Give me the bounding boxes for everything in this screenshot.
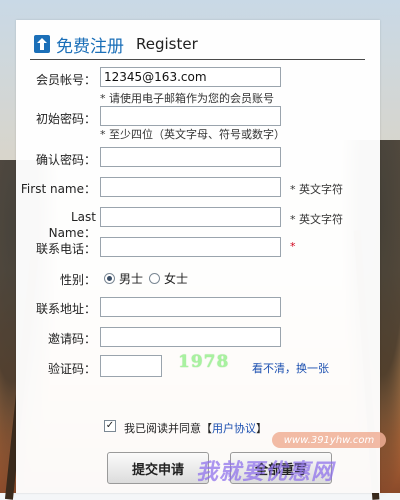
phone-required-mark: * bbox=[290, 240, 296, 253]
page-title: 免费注册 Register bbox=[34, 30, 198, 58]
agree-text: 我已阅读并同意【用户协议】 bbox=[124, 420, 267, 436]
gender-label: 性别： bbox=[59, 273, 96, 287]
upload-arrow-icon bbox=[34, 35, 50, 53]
agree-prefix: 我已阅读并同意 bbox=[124, 422, 201, 435]
gender-male-radio[interactable] bbox=[104, 273, 115, 284]
title-en: Register bbox=[136, 35, 198, 53]
title-cn: 免费注册 bbox=[56, 36, 124, 57]
password-label: 初始密码： bbox=[35, 112, 96, 126]
first-name-hint: * 英文字符 bbox=[290, 183, 343, 196]
confirm-password-input[interactable] bbox=[100, 147, 281, 167]
submit-button[interactable]: 提交申请 bbox=[107, 452, 209, 484]
first-name-label: First name： bbox=[20, 182, 96, 196]
invite-label: 邀请码： bbox=[47, 332, 96, 346]
confirm-label: 确认密码： bbox=[35, 153, 96, 167]
gender-male-label: 男士 bbox=[119, 272, 144, 286]
captcha-input[interactable] bbox=[100, 355, 162, 377]
captcha-refresh-link[interactable]: 看不清，换一张 bbox=[252, 360, 329, 376]
last-name-label: Last Name： bbox=[48, 210, 96, 240]
password-input[interactable] bbox=[100, 106, 281, 126]
password-hint: * 至少四位（英文字母、符号或数字） bbox=[100, 128, 285, 141]
agree-bracket-close: 】 bbox=[256, 422, 267, 435]
gender-group: 男士 女士 bbox=[104, 270, 188, 287]
invite-code-input[interactable] bbox=[100, 327, 281, 347]
captcha-image[interactable]: 1978 bbox=[178, 352, 229, 372]
account-hint: * 请使用电子邮箱作为您的会员账号 bbox=[100, 92, 274, 105]
phone-label: 联系电话： bbox=[35, 242, 96, 256]
title-divider bbox=[30, 59, 365, 60]
agree-bracket-open: 【 bbox=[201, 422, 212, 435]
captcha-label: 验证码： bbox=[47, 362, 96, 376]
account-label: 会员帐号： bbox=[35, 73, 96, 87]
address-input[interactable] bbox=[100, 297, 281, 317]
user-agreement-link[interactable]: 用户协议 bbox=[212, 422, 256, 435]
phone-input[interactable] bbox=[100, 237, 281, 257]
gender-female-label: 女士 bbox=[164, 272, 189, 286]
first-name-input[interactable] bbox=[100, 177, 281, 197]
gender-female-radio[interactable] bbox=[149, 273, 161, 284]
agree-checkbox[interactable]: ✓ bbox=[104, 420, 116, 432]
last-name-input[interactable] bbox=[100, 207, 281, 227]
account-input[interactable] bbox=[100, 67, 281, 87]
last-name-hint: * 英文字符 bbox=[290, 213, 343, 226]
watermark-site: www.391yhw.com bbox=[272, 432, 386, 448]
watermark-text: 我就要优惠网 bbox=[196, 460, 335, 485]
address-label: 联系地址： bbox=[35, 302, 96, 316]
